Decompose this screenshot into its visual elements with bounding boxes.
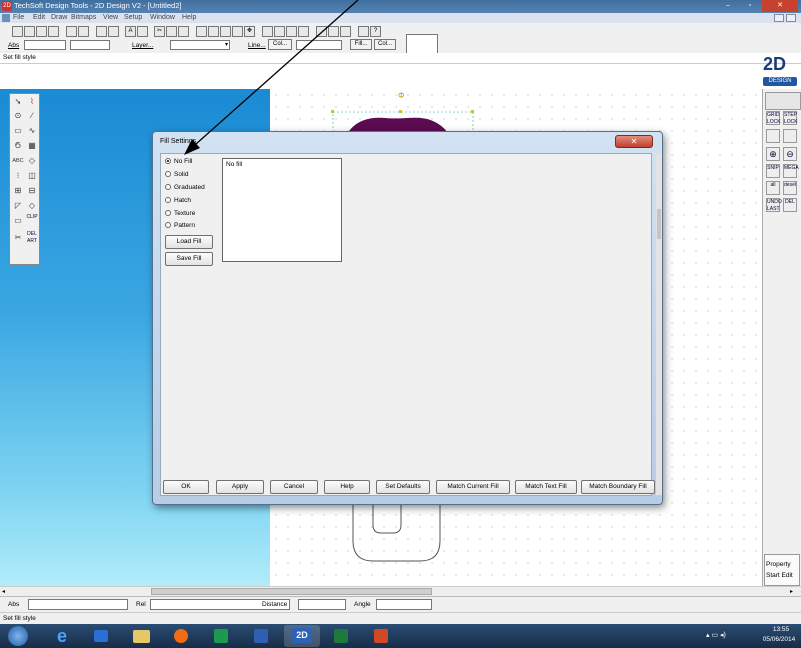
internet-explorer-icon[interactable]: e xyxy=(44,625,80,647)
coord-angle-label: Angle xyxy=(354,601,371,608)
powerpoint-icon[interactable] xyxy=(364,625,400,647)
tray-icons[interactable]: ▴ ▭ ◂) xyxy=(706,631,726,639)
coord-distance-field[interactable] xyxy=(298,599,346,610)
file-explorer-icon[interactable] xyxy=(124,625,160,647)
taskbar: e 2D ▴ ▭ ◂) 13:55 05/06/2014 xyxy=(0,624,801,648)
arrow-shaft xyxy=(195,0,359,145)
clock-time[interactable]: 13:55 xyxy=(763,626,799,633)
arrow-head xyxy=(184,139,200,155)
coordinate-bar: Abs Rel Distance Angle xyxy=(0,596,801,613)
coord-angle-field[interactable] xyxy=(376,599,432,610)
scroll-thumb[interactable] xyxy=(151,588,432,595)
excel-icon[interactable] xyxy=(324,625,360,647)
publisher-icon[interactable] xyxy=(204,625,240,647)
taskbar-2d-label: 2D xyxy=(292,628,312,643)
clock-date[interactable]: 05/06/2014 xyxy=(759,636,799,643)
status-text: Set fill style xyxy=(3,615,36,622)
coord-abs-label: Abs xyxy=(8,601,20,608)
scroll-left-icon[interactable]: ◂ xyxy=(2,588,5,595)
coord-rel-label: Rel xyxy=(136,601,146,608)
coord-abs-field[interactable] xyxy=(28,599,128,610)
start-button-icon[interactable] xyxy=(8,626,28,646)
2d-design-taskbar-icon[interactable]: 2D xyxy=(284,625,320,647)
scroll-right-icon[interactable]: ▸ xyxy=(790,588,793,595)
coord-distance-label: Distance xyxy=(262,601,288,608)
word-icon[interactable] xyxy=(244,625,280,647)
annotation-arrow xyxy=(184,0,359,155)
media-player-icon[interactable] xyxy=(84,625,120,647)
media-center-icon[interactable] xyxy=(164,625,200,647)
